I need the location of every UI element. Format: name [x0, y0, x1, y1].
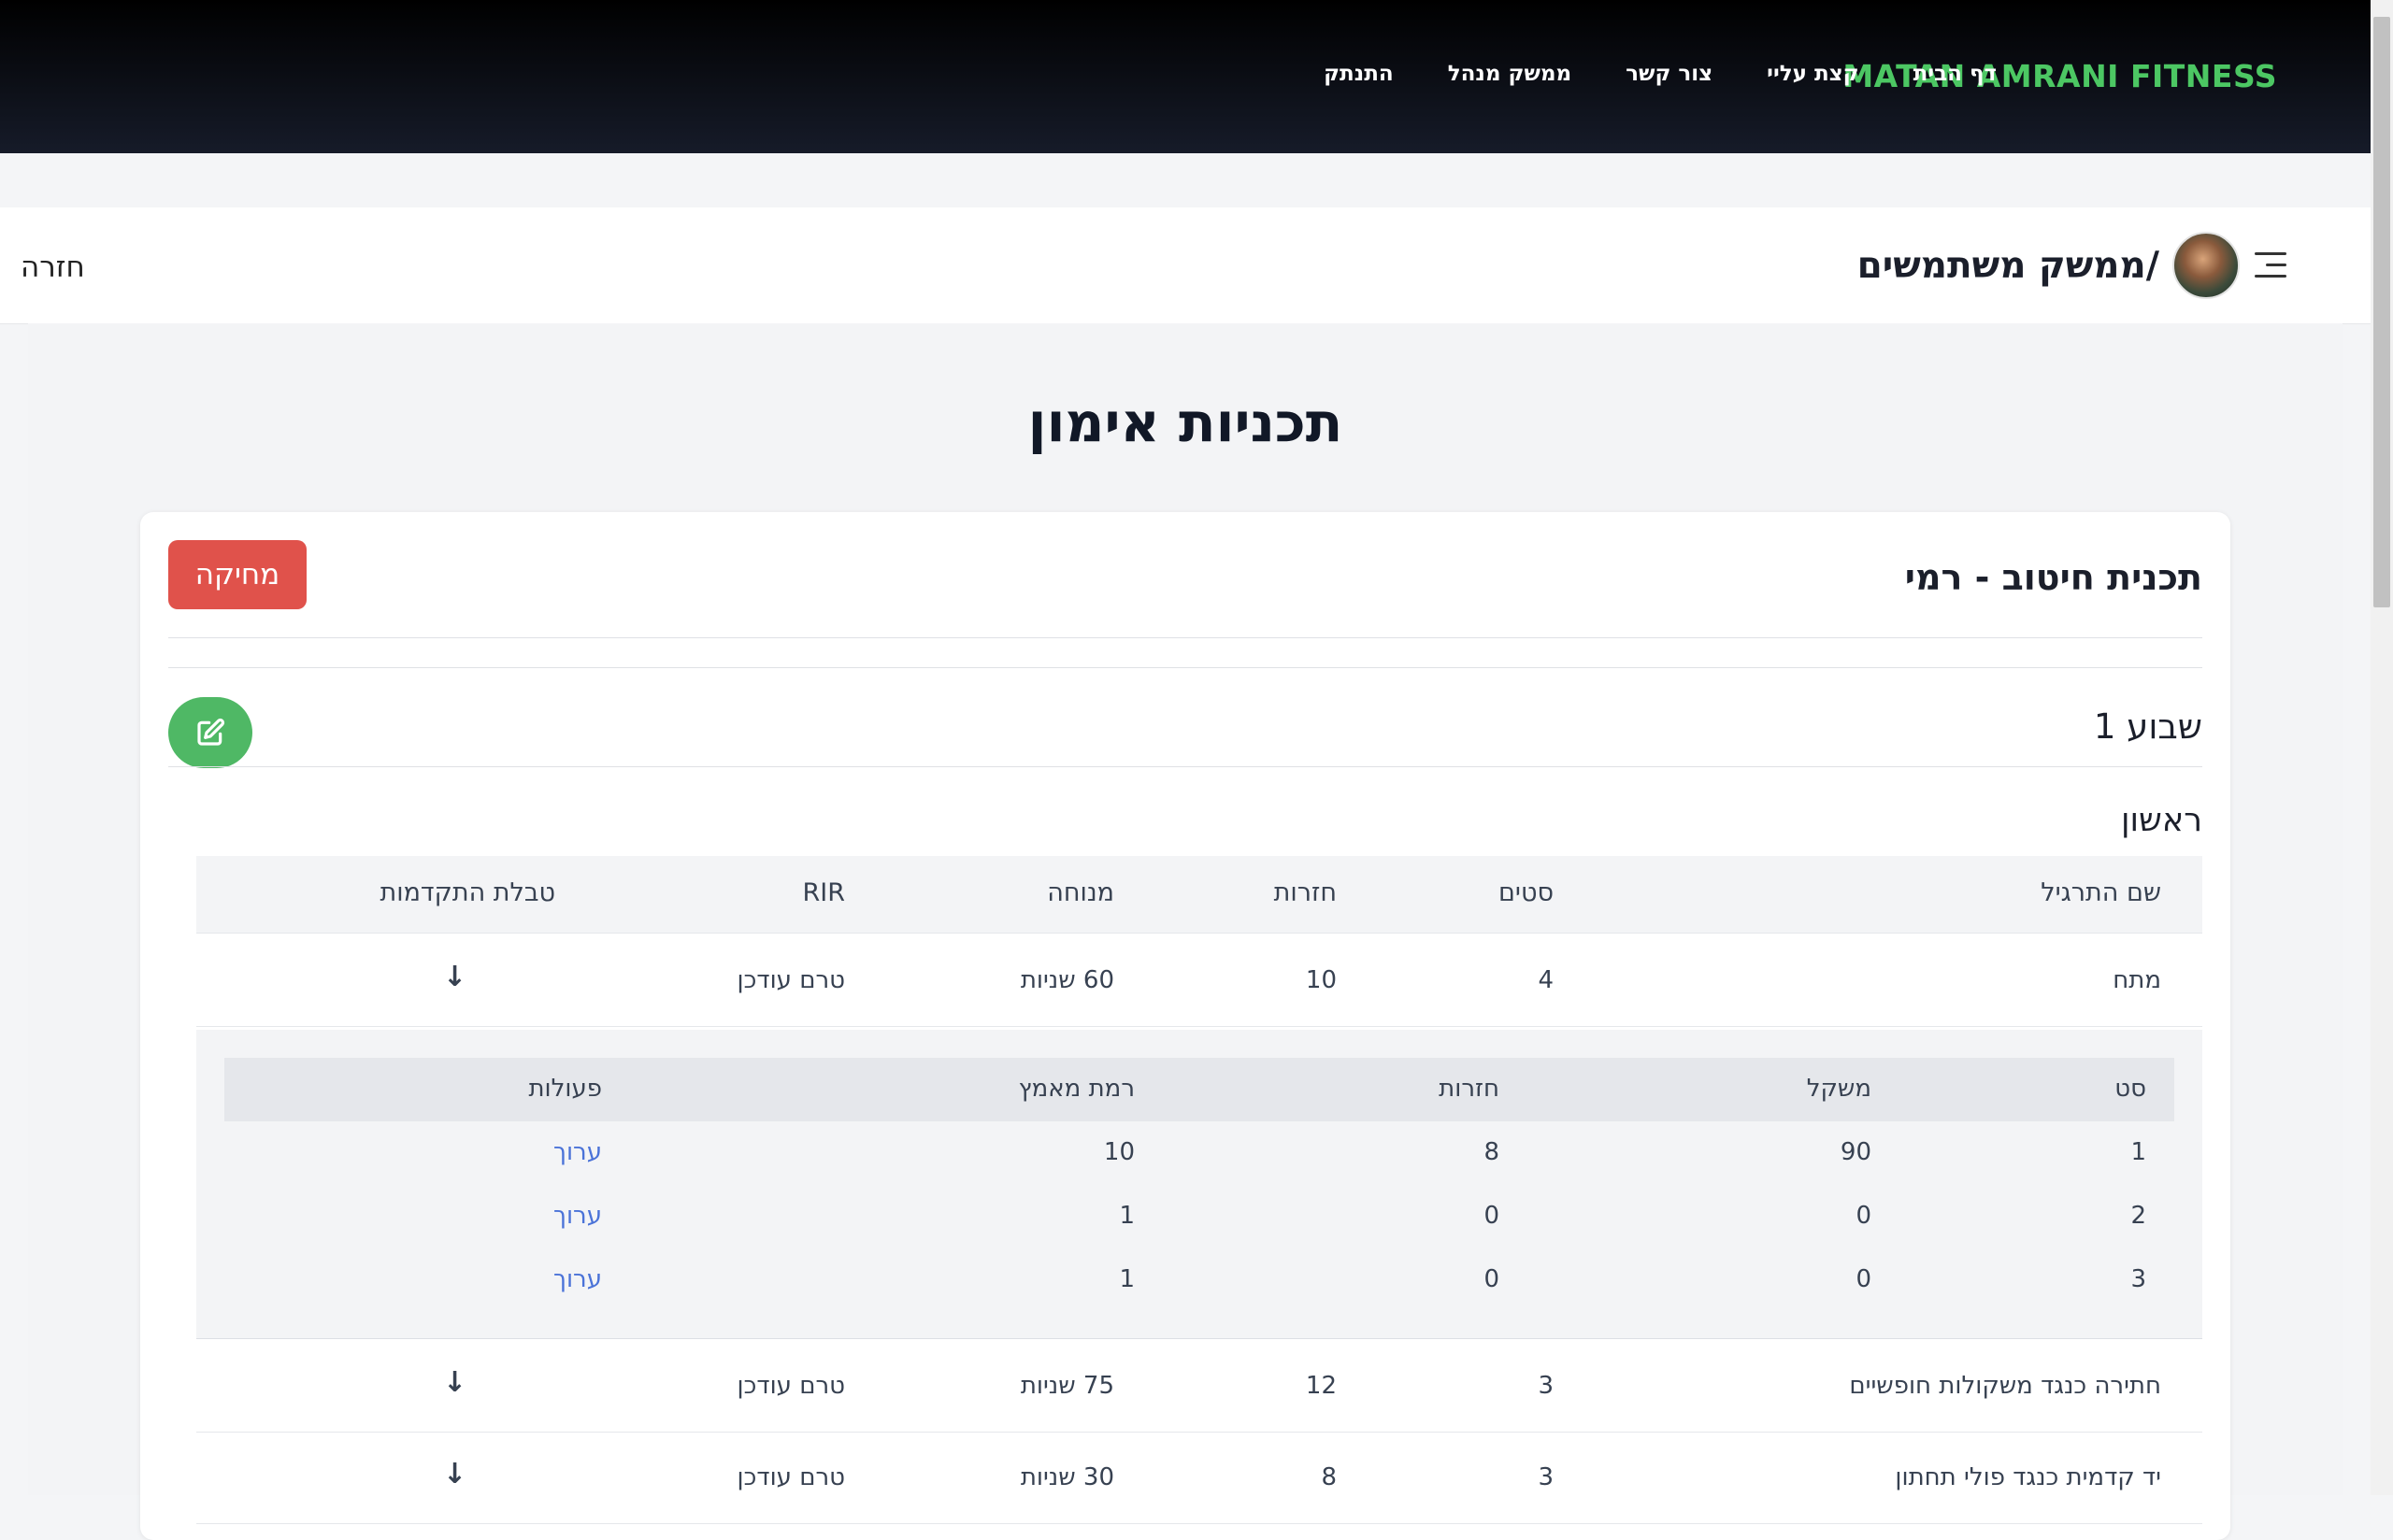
nav-link-contact[interactable]: צור קשר: [1626, 62, 1712, 86]
cell-set: 2: [2130, 1202, 2146, 1230]
day-title: ראשון: [2120, 802, 2202, 839]
plan-name: תכנית חיטוב - רמי: [1904, 557, 2202, 598]
arrow-down-icon[interactable]: ↓: [443, 1458, 466, 1490]
cell-rest: 75 שניות: [1020, 1372, 1114, 1400]
admin-header: ממשק משתמשים/ חזרה: [0, 207, 2371, 324]
cell-weight: 0: [1856, 1202, 1871, 1230]
cell-effort: 1: [1119, 1265, 1135, 1293]
cell-rir: טרם עודכן: [737, 966, 845, 994]
cell-exercise: יד קדמית כנגד פולי תחתון: [1895, 1463, 2161, 1491]
admin-header-title: ממשק משתמשים/: [1856, 245, 2159, 287]
cell-sets: 4: [1538, 966, 1554, 994]
cell-reps: 12: [1305, 1372, 1337, 1400]
header-reps: חזרות: [1273, 878, 1337, 907]
pencil-square-icon: [197, 718, 225, 746]
header-set: סט: [2114, 1075, 2146, 1103]
sets-progress-table: סט משקל חזרות רמת מאמץ פעולות 1 90 8 10 …: [196, 1030, 2202, 1339]
cell-sets: 3: [1538, 1372, 1554, 1400]
training-plan-card: תכנית חיטוב - רמי מחיקה שבוע 1 ראשון שם …: [140, 512, 2230, 1540]
cell-rir: טרם עודכן: [737, 1372, 845, 1400]
cell-set-reps: 8: [1483, 1138, 1499, 1166]
nav-link-about[interactable]: קצת עליי: [1767, 62, 1858, 86]
header-sets: סטים: [1498, 878, 1554, 907]
cell-rest: 60 שניות: [1020, 966, 1114, 994]
arrow-down-icon[interactable]: ↓: [443, 1366, 466, 1399]
header-rir: RIR: [802, 878, 845, 907]
delete-plan-button[interactable]: מחיקה: [168, 540, 307, 609]
header-set-reps: חזרות: [1439, 1075, 1499, 1103]
avatar: [2172, 232, 2240, 299]
nav-links: דף הבית קצת עליי צור קשר ממשק מנהל התנתק: [1324, 62, 1997, 86]
hamburger-menu-icon[interactable]: [2255, 250, 2286, 280]
set-row: 3 0 0 1 ערוך: [224, 1248, 2174, 1310]
week-title: שבוע 1: [2093, 706, 2202, 747]
page-scrollbar[interactable]: [2371, 0, 2393, 1495]
cell-set: 1: [2130, 1138, 2146, 1166]
edit-set-link[interactable]: ערוך: [553, 1138, 602, 1166]
cell-exercise: מתח: [2113, 966, 2161, 994]
edit-set-link[interactable]: ערוך: [553, 1202, 602, 1230]
cell-reps: 10: [1305, 966, 1337, 994]
nav-link-home[interactable]: דף הבית: [1913, 62, 1997, 86]
divider: [168, 667, 2202, 668]
header-rest: מנוחה: [1047, 878, 1114, 907]
header-exercise: שם התרגיל: [2041, 878, 2161, 907]
header-effort: רמת מאמץ: [1018, 1075, 1135, 1103]
set-row: 1 90 8 10 ערוך: [224, 1121, 2174, 1183]
cell-rest: 30 שניות: [1020, 1463, 1114, 1491]
table-row: חתירה כנגד משקולות חופשיים 3 12 75 שניות…: [196, 1340, 2202, 1433]
back-link[interactable]: חזרה: [21, 250, 85, 284]
cell-rir: טרם עודכן: [737, 1463, 845, 1491]
cell-weight: 90: [1840, 1138, 1871, 1166]
header-actions: פעולות: [528, 1075, 602, 1103]
nav-link-logout[interactable]: התנתק: [1324, 62, 1394, 86]
cell-exercise: חתירה כנגד משקולות חופשיים: [1849, 1372, 2161, 1400]
page-title: תכניות אימון: [1027, 391, 1343, 454]
nav-link-admin[interactable]: ממשק מנהל: [1448, 62, 1571, 86]
content-area: תכניות אימון תכנית חיטוב - רמי מחיקה שבו…: [28, 323, 2343, 1540]
cell-set: 3: [2130, 1265, 2146, 1293]
header-weight: משקל: [1806, 1075, 1871, 1103]
exercise-table-header: שם התרגיל סטים חזרות מנוחה RIR טבלת התקד…: [196, 856, 2202, 934]
arrow-down-icon[interactable]: ↓: [443, 961, 466, 993]
divider: [168, 637, 2202, 638]
cell-sets: 3: [1538, 1463, 1554, 1491]
top-navbar: MATAN AMRANI FITNESS דף הבית קצת עליי צו…: [0, 0, 2371, 153]
set-row: 2 0 0 1 ערוך: [224, 1185, 2174, 1247]
edit-week-button[interactable]: [168, 697, 252, 768]
cell-set-reps: 0: [1483, 1202, 1499, 1230]
cell-set-reps: 0: [1483, 1265, 1499, 1293]
table-row: מתח 4 10 60 שניות טרם עודכן ↓: [196, 934, 2202, 1027]
scrollbar-thumb[interactable]: [2373, 17, 2390, 607]
header-progress: טבלת התקדמות: [380, 878, 555, 907]
cell-reps: 8: [1321, 1463, 1337, 1491]
edit-set-link[interactable]: ערוך: [553, 1265, 602, 1293]
sets-table-header: סט משקל חזרות רמת מאמץ פעולות: [224, 1058, 2174, 1121]
table-row: יד קדמית כנגד פולי תחתון 3 8 30 שניות טר…: [196, 1432, 2202, 1524]
cell-weight: 0: [1856, 1265, 1871, 1293]
cell-effort: 10: [1103, 1138, 1135, 1166]
divider: [168, 766, 2202, 767]
cell-effort: 1: [1119, 1202, 1135, 1230]
